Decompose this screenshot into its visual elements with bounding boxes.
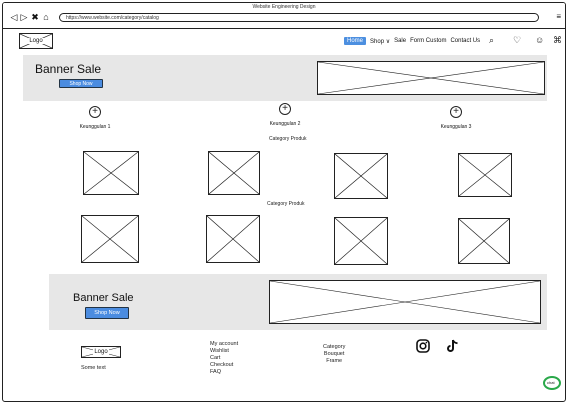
nav-sale[interactable]: Sale	[394, 38, 406, 44]
banner-top-title: Banner Sale	[35, 62, 102, 76]
banner-top-shop-button[interactable]: Shop Now	[59, 79, 103, 88]
nav-home[interactable]: Home	[344, 37, 367, 45]
user-icon[interactable]: ☺	[535, 35, 544, 45]
footer-link-my-account[interactable]: My account	[210, 341, 238, 348]
main-nav: Home Shop ∨ Sale Form Custom Contact Us	[344, 37, 484, 45]
header-logo[interactable]: Logo	[19, 33, 53, 49]
footer-link-wishlist[interactable]: Wishlist	[210, 348, 238, 355]
product-image[interactable]	[458, 218, 510, 264]
feature-3-label: Keunggulan 3	[440, 124, 472, 130]
banner-bottom-title: Banner Sale	[73, 292, 134, 304]
footer-logo-label: Logo	[93, 349, 109, 355]
footer-category-bouquet[interactable]: Bouquet	[323, 351, 345, 358]
product-image[interactable]	[458, 153, 512, 197]
footer-tagline-text: Some text	[81, 365, 106, 371]
nav-form-custom[interactable]: Form Custom	[410, 38, 446, 44]
chat-bubble-icon[interactable]: chat	[543, 376, 561, 390]
footer-categories: Category Bouquet Frame	[323, 344, 345, 365]
cart-icon[interactable]: ⌘	[553, 35, 562, 45]
search-icon[interactable]: ⌕	[489, 35, 494, 45]
product-image[interactable]	[208, 151, 260, 195]
footer-link-cart[interactable]: Cart	[210, 355, 238, 362]
footer-link-checkout[interactable]: Checkout	[210, 362, 238, 369]
header-logo-label: Logo	[28, 38, 44, 44]
feature-2-label: Keunggulan 2	[269, 121, 301, 127]
forward-arrow-icon[interactable]: ▷	[19, 12, 29, 22]
plus-circle-icon: +	[89, 106, 101, 118]
footer-tagline: Some text	[81, 365, 106, 372]
footer-link-faq[interactable]: FAQ	[210, 369, 238, 376]
url-bar[interactable]: https://www.website.com/category/catalog	[59, 13, 539, 22]
heart-icon[interactable]: ♡	[513, 35, 521, 45]
banner-top-image	[317, 61, 545, 95]
chat-label: chat	[547, 380, 555, 385]
product-image[interactable]	[83, 151, 139, 195]
footer-category-frame[interactable]: Frame	[323, 358, 345, 365]
banner-bottom: Banner Sale Shop Now	[49, 274, 547, 330]
banner-bottom-image	[269, 280, 541, 324]
instagram-icon[interactable]	[416, 339, 430, 356]
close-x-icon[interactable]: ✖	[30, 12, 40, 22]
nav-shop[interactable]: Shop ∨	[370, 38, 390, 45]
footer-logo[interactable]: Logo	[81, 346, 121, 358]
banner-top: Banner Sale Shop Now	[23, 55, 547, 101]
product-image[interactable]	[334, 217, 388, 265]
feature-3: + Keunggulan 3	[416, 106, 496, 130]
hamburger-menu-icon[interactable]: ≡	[556, 12, 561, 22]
feature-1: + Keunggulan 1	[55, 106, 135, 130]
back-arrow-icon[interactable]: ◁	[9, 12, 19, 22]
category-label-1: Category Produk	[269, 136, 307, 142]
window-title: Website Engineering Design	[252, 4, 316, 10]
url-text: https://www.website.com/category/catalog	[66, 15, 159, 21]
home-icon[interactable]: ⌂	[41, 12, 51, 22]
nav-contact-us[interactable]: Contact Us	[450, 38, 480, 44]
browser-titlebar: Website Engineering Design ◁ ▷ ✖ ⌂ https…	[3, 3, 565, 29]
banner-bottom-shop-button[interactable]: Shop Now	[85, 307, 129, 319]
browser-window: Website Engineering Design ◁ ▷ ✖ ⌂ https…	[2, 2, 566, 402]
product-image[interactable]	[81, 215, 139, 263]
feature-1-label: Keunggulan 1	[79, 124, 111, 130]
product-image[interactable]	[206, 215, 260, 263]
category-label-2: Category Produk	[267, 201, 305, 207]
tiktok-icon[interactable]	[447, 339, 459, 356]
product-image[interactable]	[334, 153, 388, 199]
footer-category-heading[interactable]: Category	[323, 344, 345, 351]
footer-links: My account Wishlist Cart Checkout FAQ	[210, 341, 238, 376]
plus-circle-icon: +	[450, 106, 462, 118]
plus-circle-icon: +	[279, 103, 291, 115]
feature-2: + Keunggulan 2	[245, 103, 325, 127]
